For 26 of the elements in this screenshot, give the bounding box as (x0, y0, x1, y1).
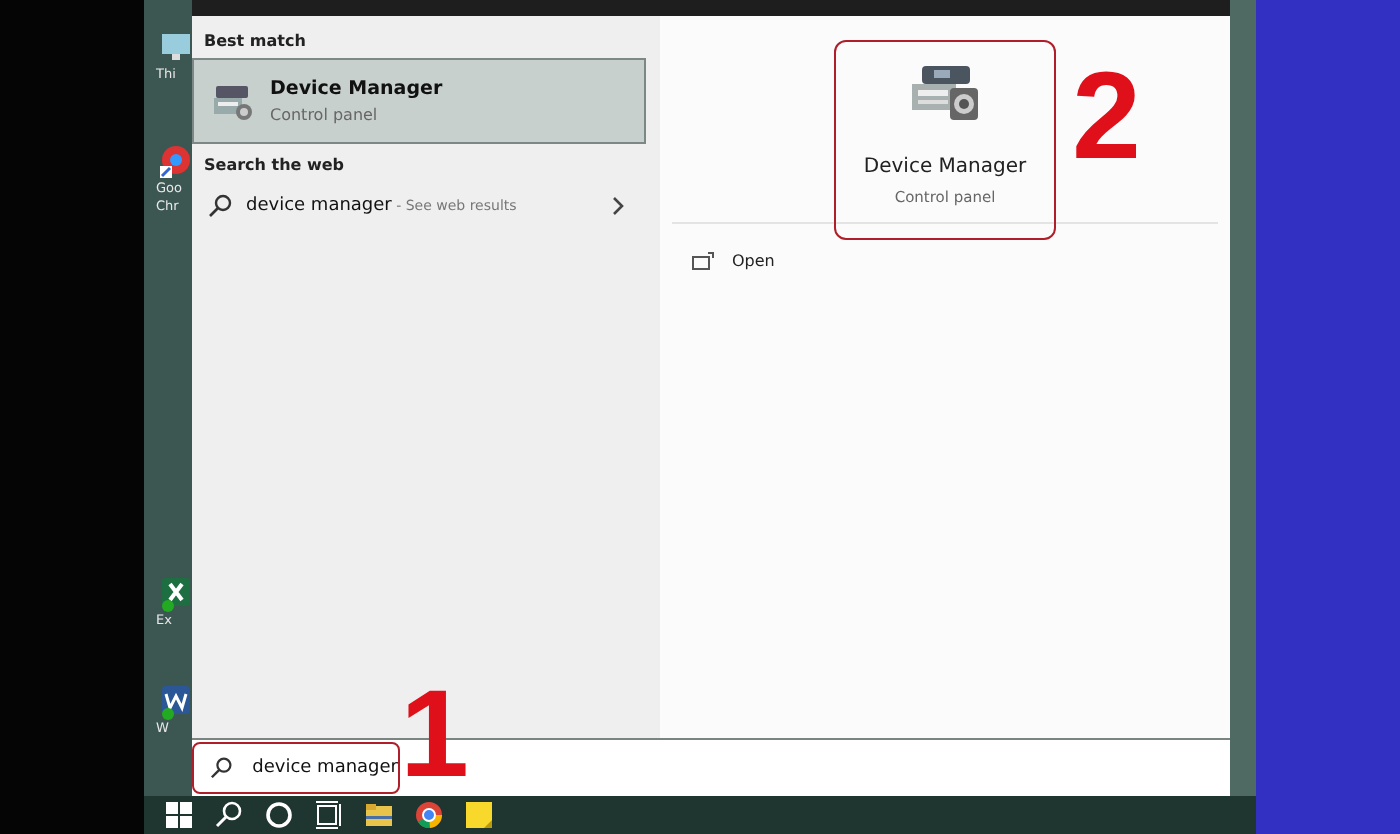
windows-logo-icon[interactable] (164, 800, 194, 830)
step-number: 2 (1072, 61, 1141, 173)
best-match-item[interactable]: Device Manager Control panel (192, 58, 646, 144)
chevron-right-icon (612, 196, 624, 216)
spreadsheet-icon[interactable] (156, 574, 192, 613)
sticky-note-icon[interactable] (464, 800, 494, 830)
app-title: Device Manager (863, 155, 1027, 177)
device-manager-icon (210, 81, 254, 121)
search-field[interactable]: device manager (192, 742, 400, 794)
task-view-icon[interactable] (314, 800, 344, 830)
result-title: Device Manager (270, 78, 443, 100)
window-icon (692, 252, 714, 270)
circle-icon[interactable] (264, 800, 294, 830)
document-icon[interactable] (156, 682, 192, 721)
folder-icon[interactable] (364, 800, 394, 830)
section-heading: Search the web (202, 154, 347, 178)
open-action[interactable]: Open (692, 252, 1230, 270)
search-icon (210, 756, 233, 780)
search-icon (208, 194, 232, 218)
browser-shortcut-icon[interactable] (156, 141, 192, 180)
search-icon[interactable] (214, 800, 244, 830)
browser-icon[interactable] (414, 800, 444, 830)
result-subtitle: Control panel (270, 106, 380, 124)
step-number: 1 (400, 680, 469, 792)
section-heading: Best match (202, 30, 308, 54)
computer-icon[interactable] (156, 28, 192, 66)
